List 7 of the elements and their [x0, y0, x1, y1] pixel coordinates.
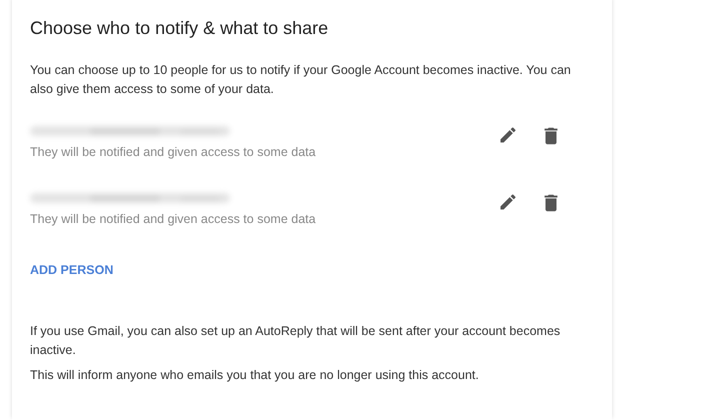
section-title: Choose who to notify & what to share [30, 18, 330, 39]
contact-subtitle: They will be notified and given access to some data [30, 212, 317, 226]
info-text: This will inform anyone who emails you that you are no longer using this account. [30, 367, 480, 384]
add-person-link[interactable]: ADD PERSON [30, 263, 114, 277]
intro-text: You can choose up to 10 people for us to notify if your Google Account becomes inactive. You can also give them access to some of your data. [30, 62, 572, 98]
info-text: If you use Gmail, you can also set up an AutoReply that will be sent after your account becomes inactive. [30, 323, 562, 359]
contact-subtitle: They will be notified and given access to some data [30, 145, 317, 159]
